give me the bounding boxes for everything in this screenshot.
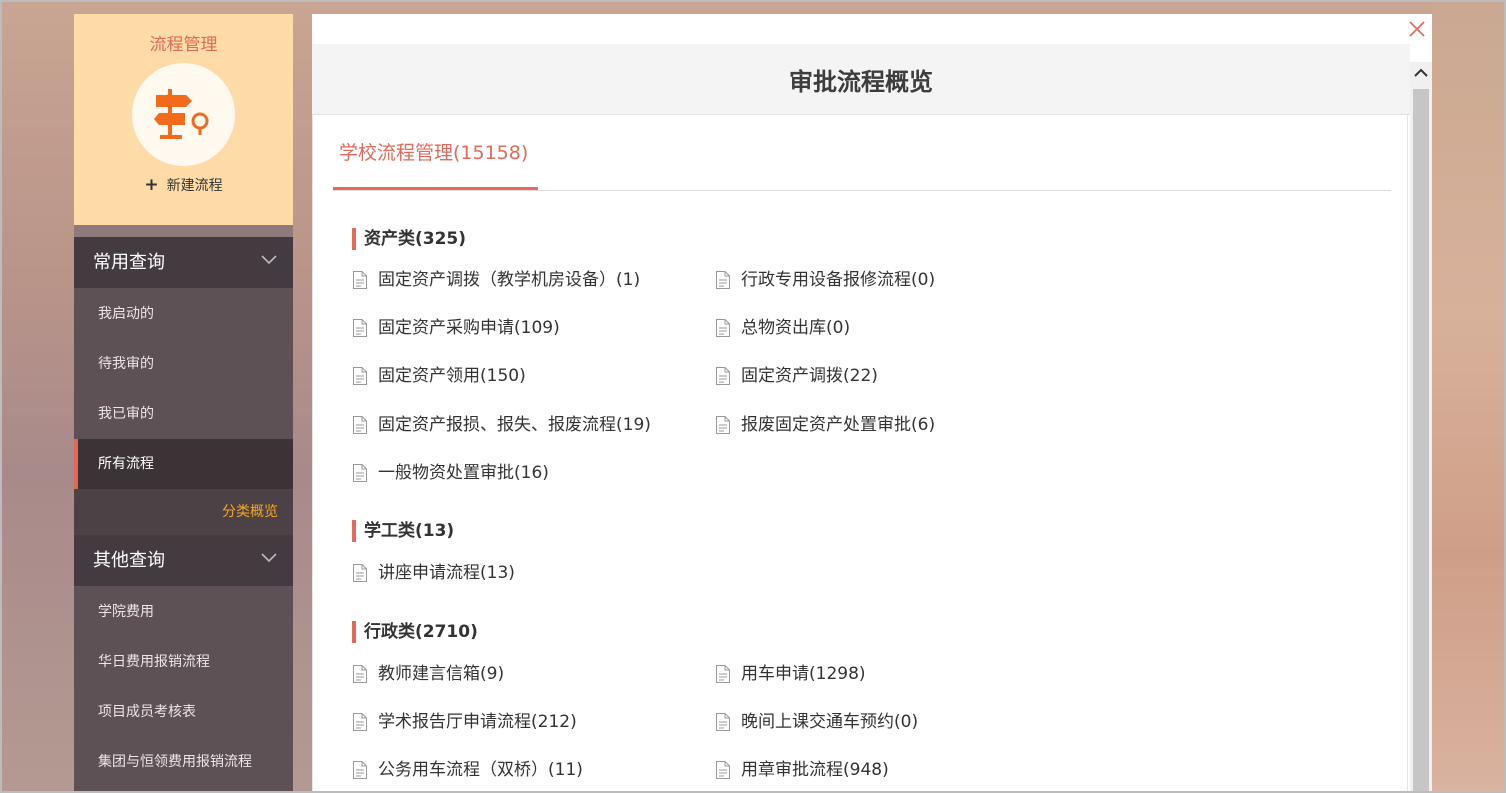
document-icon xyxy=(716,761,730,779)
flow-item[interactable]: 学术报告厅申请流程(212) xyxy=(352,711,577,733)
tab-school-flows[interactable]: 学校流程管理(15158) xyxy=(333,114,538,190)
sidebar-item-pending[interactable]: 待我审的 xyxy=(74,339,293,389)
flow-item[interactable]: 固定资产领用(150) xyxy=(352,365,526,387)
flow-item[interactable]: 讲座申请流程(13) xyxy=(352,562,515,584)
tab-bar: 学校流程管理(15158) xyxy=(333,114,1391,191)
flow-item[interactable]: 报废固定资产处置审批(6) xyxy=(715,414,935,436)
category-title: 行政类(2710) xyxy=(352,621,478,643)
document-icon xyxy=(716,319,730,337)
sidebar-group-common[interactable]: 常用查询 xyxy=(74,237,293,289)
flow-item[interactable]: 固定资产报损、报失、报废流程(19) xyxy=(352,414,651,436)
category-section-administration: 行政类(2710) xyxy=(352,621,478,643)
sidebar-title: 流程管理 xyxy=(149,35,218,55)
plus-icon: + xyxy=(144,175,159,195)
sidebar-gap xyxy=(74,225,293,237)
category-section-assets: 资产类(325) xyxy=(352,228,466,250)
flow-item[interactable]: 晚间上课交通车预约(0) xyxy=(715,711,918,733)
flow-item[interactable]: 固定资产采购申请(109) xyxy=(352,317,560,339)
sidebar-group-other[interactable]: 其他查询 xyxy=(74,535,293,587)
document-icon xyxy=(353,713,367,731)
flow-item-label: 固定资产采购申请(109) xyxy=(378,318,560,338)
sidebar-group-label: 其他查询 xyxy=(93,550,165,571)
document-icon xyxy=(353,319,367,337)
close-icon[interactable] xyxy=(1408,20,1426,38)
sidebar-item-member-assessment[interactable]: 项目成员考核表 xyxy=(74,687,293,737)
document-icon xyxy=(716,713,730,731)
sidebar-item-reviewed[interactable]: 我已审的 xyxy=(74,389,293,439)
document-icon xyxy=(716,271,730,289)
category-title: 学工类(13) xyxy=(352,520,454,542)
flow-item[interactable]: 公务用车流程（双桥）(11) xyxy=(352,759,583,781)
sidebar-item-all-flows[interactable]: 所有流程 xyxy=(74,439,293,489)
scroll-up-icon[interactable] xyxy=(1414,68,1428,78)
flow-item-label: 固定资产调拨（教学机房设备）(1) xyxy=(378,270,641,290)
flow-item[interactable]: 用章审批流程(948) xyxy=(715,759,889,781)
chevron-down-icon xyxy=(261,255,277,265)
flow-item-label: 行政专用设备报修流程(0) xyxy=(741,270,936,290)
new-flow-label: 新建流程 xyxy=(166,178,223,194)
document-icon xyxy=(716,416,730,434)
chevron-down-icon xyxy=(261,553,277,563)
document-icon xyxy=(353,564,367,582)
flow-item-label: 学术报告厅申请流程(212) xyxy=(378,712,577,732)
sidebar: 流程管理 + 新建流程 常用查询 我启动的 待我审的 我已审的 所有流程 分类概览… xyxy=(74,14,293,793)
sidebar-link-category-overview[interactable]: 分类概览 xyxy=(74,489,293,535)
flow-item[interactable]: 固定资产调拨（教学机房设备）(1) xyxy=(352,269,640,291)
dialog-title: 审批流程概览 xyxy=(789,68,933,96)
flow-item-label: 用章审批流程(948) xyxy=(741,760,889,780)
flow-item-label: 用车申请(1298) xyxy=(741,664,866,684)
scrollbar-thumb[interactable] xyxy=(1413,89,1429,793)
document-icon xyxy=(353,367,367,385)
document-icon xyxy=(716,367,730,385)
flow-item-label: 讲座申请流程(13) xyxy=(378,563,515,583)
flow-item[interactable]: 教师建言信箱(9) xyxy=(352,663,504,685)
sidebar-item-huari-reimbursement[interactable]: 华日费用报销流程 xyxy=(74,637,293,687)
flow-item-label: 教师建言信箱(9) xyxy=(378,664,505,684)
dialog-header: 审批流程概览 xyxy=(312,44,1410,115)
category-title: 资产类(325) xyxy=(352,228,466,250)
flow-item[interactable]: 固定资产调拨(22) xyxy=(715,365,878,387)
new-flow-button[interactable]: + 新建流程 xyxy=(74,175,293,195)
sidebar-item-college-fees[interactable]: 学院费用 xyxy=(74,587,293,637)
flow-item-label: 公务用车流程（双桥）(11) xyxy=(378,760,583,780)
flow-item-label: 报废固定资产处置审批(6) xyxy=(741,415,936,435)
document-icon xyxy=(353,271,367,289)
flow-item-label: 总物资出库(0) xyxy=(741,318,851,338)
flow-item-label: 固定资产调拨(22) xyxy=(741,366,878,386)
flow-item-label: 固定资产领用(150) xyxy=(378,366,526,386)
sidebar-item-started[interactable]: 我启动的 xyxy=(74,289,293,339)
category-section-student-affairs: 学工类(13) xyxy=(352,520,454,542)
signpost-icon xyxy=(132,63,235,166)
flow-item-label: 固定资产报损、报失、报废流程(19) xyxy=(378,415,651,435)
document-icon xyxy=(716,665,730,683)
flow-item[interactable]: 行政专用设备报修流程(0) xyxy=(715,269,935,291)
sidebar-header: 流程管理 + 新建流程 xyxy=(74,14,293,225)
flow-item-label: 晚间上课交通车预约(0) xyxy=(741,712,919,732)
background-right xyxy=(1432,0,1506,793)
sidebar-item-group-reimbursement[interactable]: 集团与恒领费用报销流程 xyxy=(74,737,293,787)
flow-item[interactable]: 一般物资处置审批(16) xyxy=(352,462,549,484)
flow-item-label: 一般物资处置审批(16) xyxy=(378,463,549,483)
flow-item[interactable]: 总物资出库(0) xyxy=(715,317,850,339)
sidebar-group-label: 常用查询 xyxy=(93,252,165,273)
document-icon xyxy=(353,416,367,434)
approval-overview-dialog: 审批流程概览 学校流程管理(15158) 资产类(325) 固定资产调拨（教学机… xyxy=(312,14,1432,793)
document-icon xyxy=(353,464,367,482)
scrollbar[interactable] xyxy=(1410,62,1432,793)
dialog-content: 学校流程管理(15158) 资产类(325) 固定资产调拨（教学机房设备）(1)… xyxy=(312,114,1408,793)
flow-item[interactable]: 用车申请(1298) xyxy=(715,663,866,685)
document-icon xyxy=(353,761,367,779)
document-icon xyxy=(353,665,367,683)
